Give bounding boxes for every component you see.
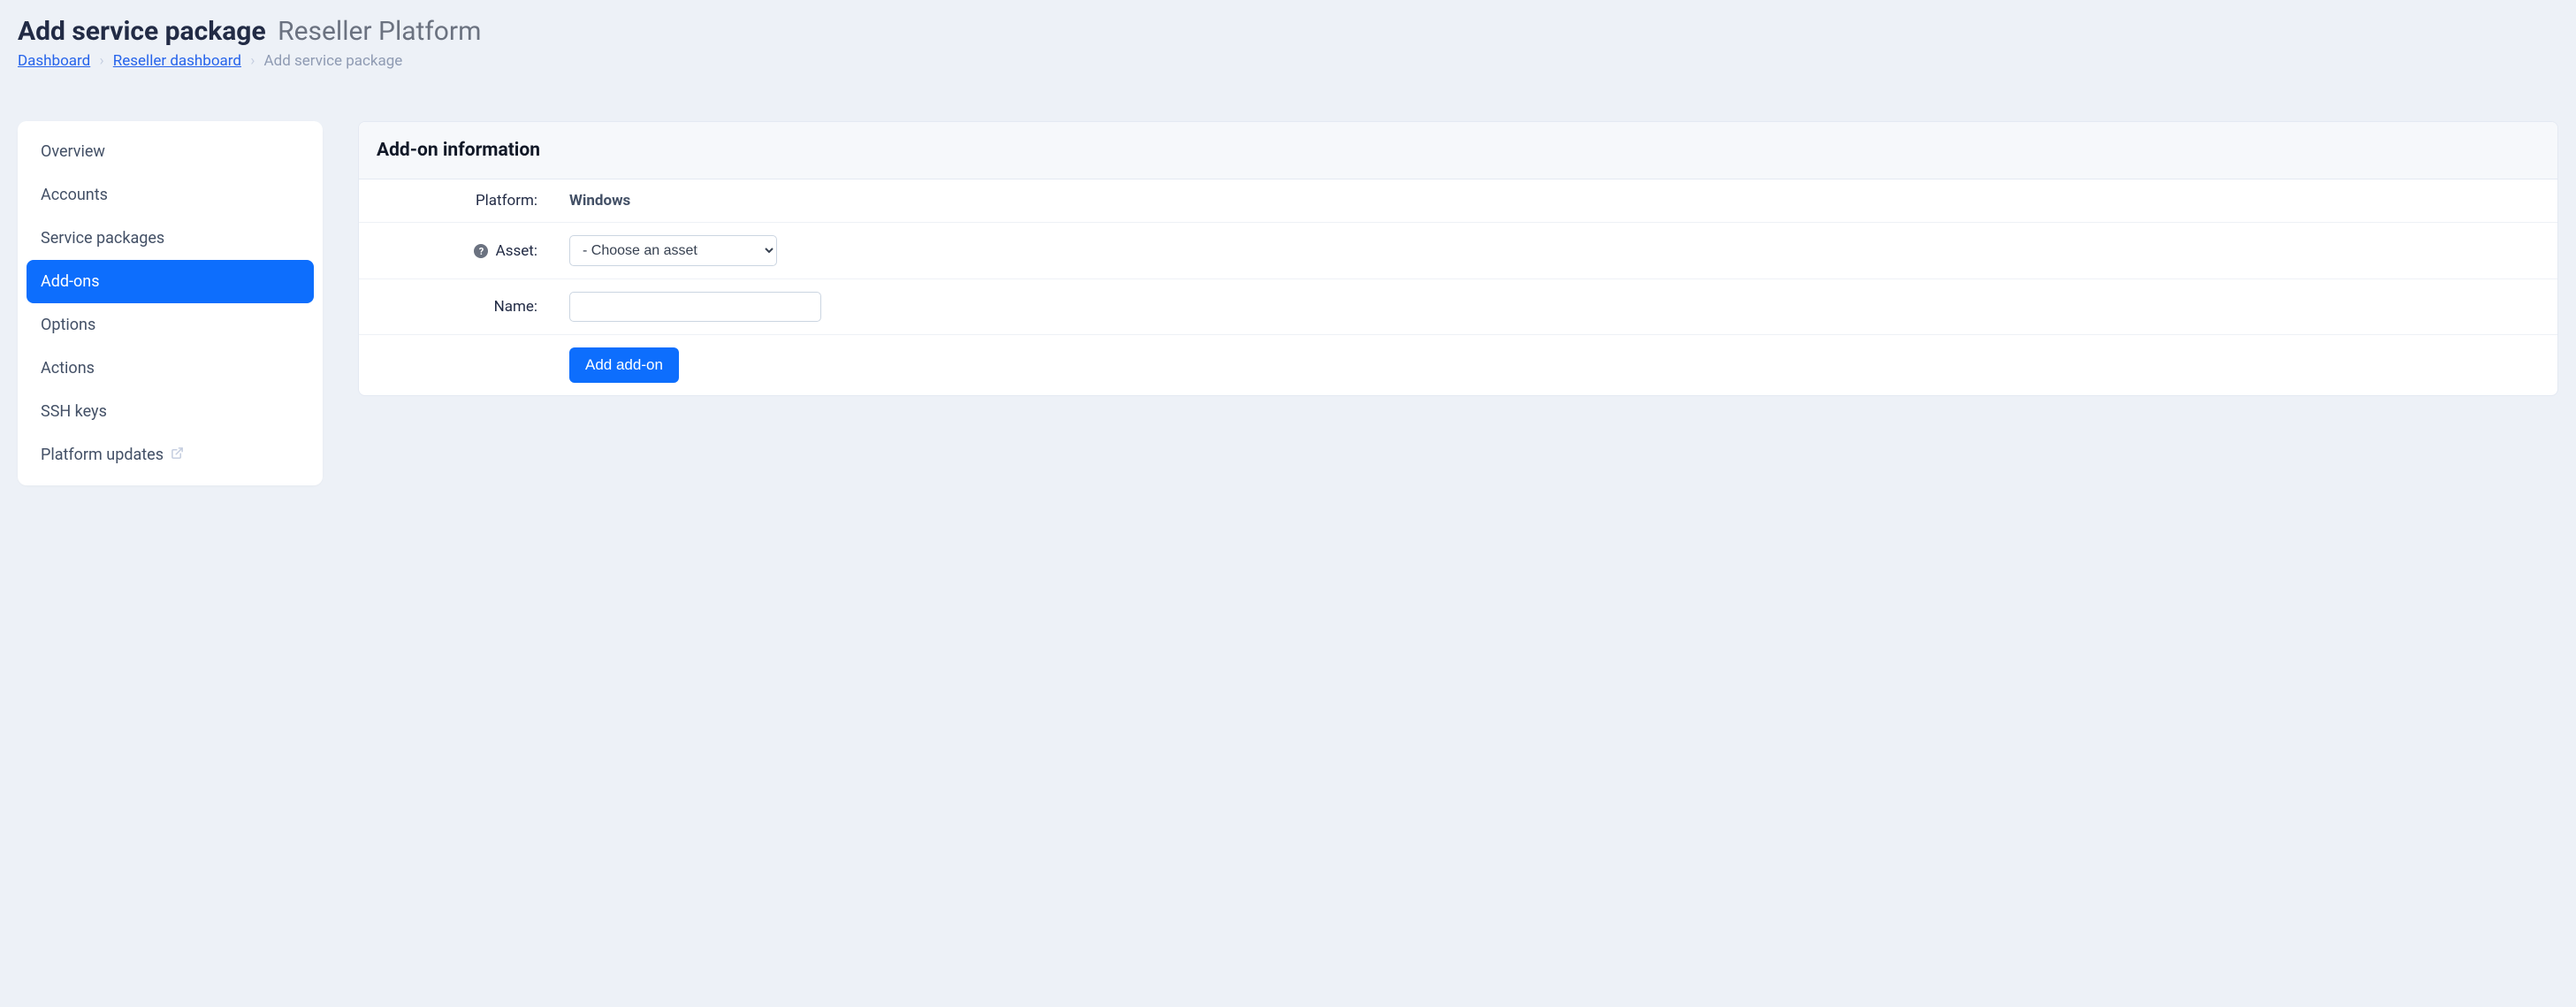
sidebar-item-label: Overview: [41, 142, 105, 161]
platform-label: Platform:: [359, 179, 553, 223]
sidebar-item-label: SSH keys: [41, 402, 107, 421]
sidebar-item-overview[interactable]: Overview: [27, 130, 314, 173]
breadcrumb-separator: ›: [250, 52, 255, 70]
sidebar-item-add-ons[interactable]: Add-ons: [27, 260, 314, 303]
name-label: Name:: [359, 279, 553, 335]
external-link-icon: [171, 446, 184, 464]
help-icon[interactable]: ?: [474, 244, 488, 258]
addon-info-panel: Add-on information Platform: Windows ? A…: [358, 121, 2558, 396]
page-title-subtitle: Reseller Platform: [278, 16, 481, 47]
sidebar-item-actions[interactable]: Actions: [27, 347, 314, 390]
page-title: Add service package Reseller Platform: [18, 16, 2558, 47]
page-header: Add service package Reseller Platform Da…: [18, 16, 2558, 70]
sidebar-item-platform-updates[interactable]: Platform updates: [27, 433, 314, 477]
breadcrumb-link-dashboard[interactable]: Dashboard: [18, 52, 90, 70]
main-content: Add-on information Platform: Windows ? A…: [358, 121, 2558, 396]
sidebar-item-label: Accounts: [41, 186, 108, 204]
asset-select[interactable]: - Choose an asset: [569, 235, 777, 266]
breadcrumb: Dashboard › Reseller dashboard › Add ser…: [18, 52, 2558, 70]
platform-value: Windows: [569, 192, 630, 210]
sidebar-item-label: Actions: [41, 359, 95, 378]
asset-label: Asset:: [496, 242, 537, 260]
sidebar: Overview Accounts Service packages Add-o…: [18, 121, 323, 485]
add-addon-button[interactable]: Add add-on: [569, 347, 679, 383]
sidebar-item-label: Options: [41, 316, 95, 334]
breadcrumb-separator: ›: [99, 52, 103, 70]
sidebar-item-ssh-keys[interactable]: SSH keys: [27, 390, 314, 433]
breadcrumb-link-reseller-dashboard[interactable]: Reseller dashboard: [113, 52, 241, 70]
panel-title: Add-on information: [359, 122, 2557, 179]
sidebar-item-label: Platform updates: [41, 446, 164, 464]
sidebar-item-label: Service packages: [41, 229, 164, 248]
name-input[interactable]: [569, 292, 821, 322]
breadcrumb-current: Add service package: [264, 52, 403, 70]
sidebar-item-label: Add-ons: [41, 272, 100, 291]
sidebar-item-options[interactable]: Options: [27, 303, 314, 347]
sidebar-item-service-packages[interactable]: Service packages: [27, 217, 314, 260]
page-title-main: Add service package: [18, 16, 266, 47]
sidebar-item-accounts[interactable]: Accounts: [27, 173, 314, 217]
